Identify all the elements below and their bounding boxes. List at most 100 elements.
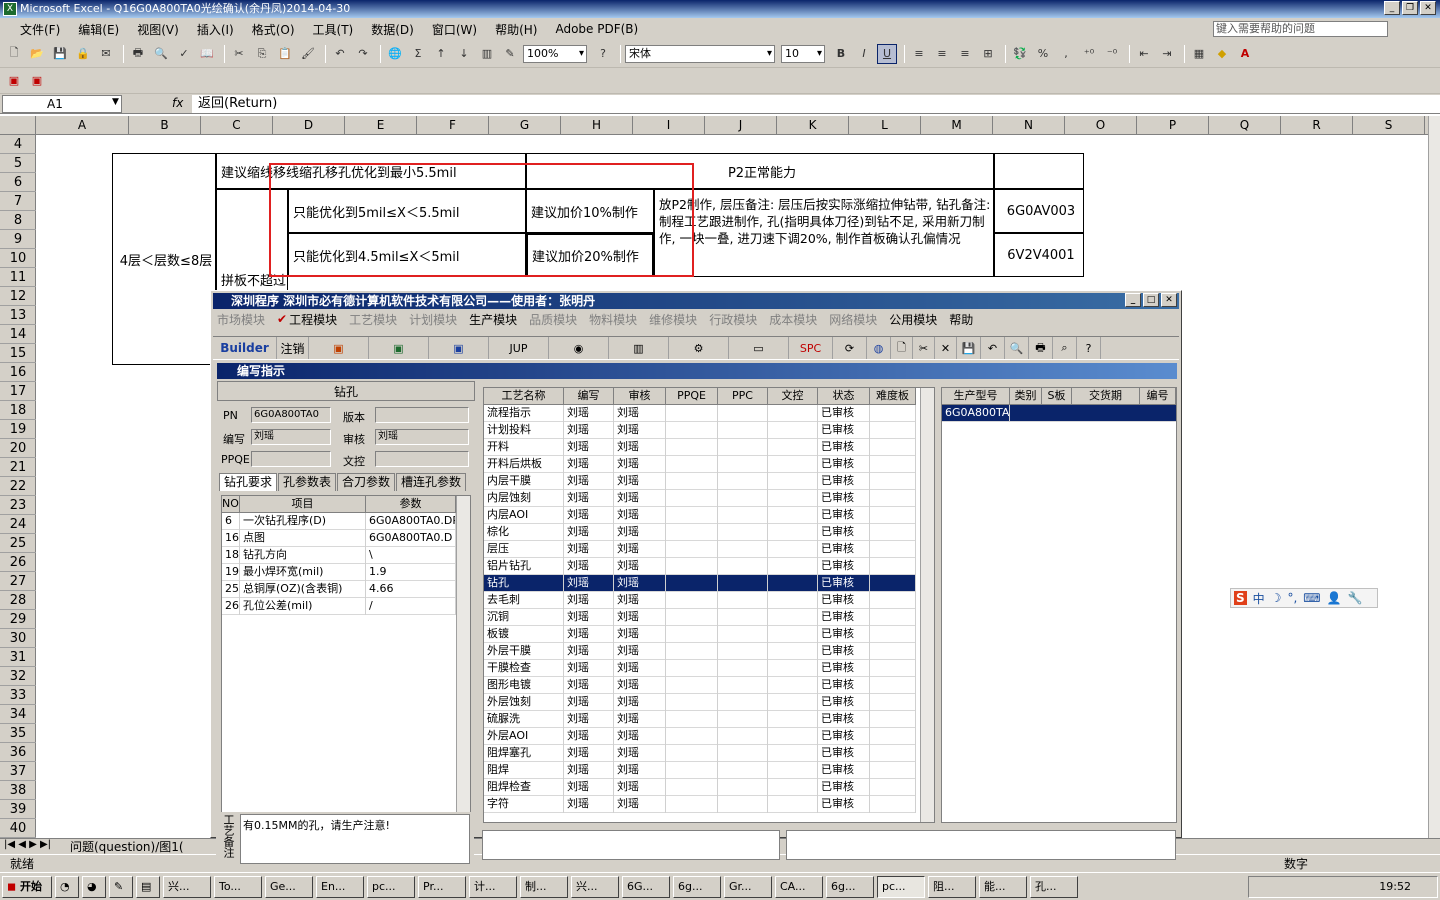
taskbar-item[interactable]: En... <box>316 875 364 898</box>
email-icon[interactable]: ✉ <box>96 44 116 64</box>
comma-button[interactable]: , <box>1056 44 1076 64</box>
excel-export-icon[interactable]: ▣ <box>369 337 429 359</box>
word-export-icon[interactable]: ▣ <box>429 337 489 359</box>
row-header[interactable]: 39 <box>0 800 36 819</box>
new-doc-icon[interactable]: 🗋 <box>891 337 913 359</box>
bottom-input-right[interactable] <box>786 830 1176 860</box>
keyboard-icon[interactable]: ⌨ <box>1303 591 1320 605</box>
menu-data[interactable]: 数据(D) <box>371 21 414 38</box>
punct-icon[interactable]: °, <box>1287 591 1297 605</box>
column-header[interactable]: M <box>921 116 993 135</box>
cut-icon[interactable]: ✂ <box>913 337 935 359</box>
help-search-input[interactable]: 键入需要帮助的问题 <box>1213 21 1388 37</box>
process-row[interactable]: 棕化 刘瑶 刘瑶 已审核 <box>484 524 916 541</box>
pn-field[interactable]: 6G0A800TA0 <box>251 407 331 423</box>
taskbar-item[interactable]: 孔... <box>1030 875 1078 898</box>
help-icon[interactable]: ? <box>593 44 613 64</box>
align-left-icon[interactable]: ≡ <box>909 44 929 64</box>
column-header[interactable]: A <box>36 116 129 135</box>
save-icon[interactable]: 💾 <box>957 337 981 359</box>
ime-mode[interactable]: 中 <box>1253 590 1265 607</box>
pdf-convert-icon[interactable]: ▣ <box>4 71 24 91</box>
copy-icon[interactable]: ⎘ <box>252 44 272 64</box>
process-row[interactable]: 阻焊 刘瑶 刘瑶 已审核 <box>484 762 916 779</box>
permission-icon[interactable]: 🔒 <box>73 44 93 64</box>
column-header[interactable]: Q <box>1209 116 1281 135</box>
paste-icon[interactable]: 📋 <box>275 44 295 64</box>
spc-button[interactable]: SPC <box>789 337 833 359</box>
fill-color-icon[interactable]: ◆ <box>1212 44 1232 64</box>
app-menu-maintenance[interactable]: 维修模块 <box>649 311 697 328</box>
increase-decimal-icon[interactable]: ⁺⁰ <box>1079 44 1099 64</box>
process-row[interactable]: 钻孔 刘瑶 刘瑶 已审核 <box>484 575 916 592</box>
app-menu-engineering[interactable]: 工程模块 <box>289 311 337 328</box>
param-scrollbar[interactable] <box>456 496 470 824</box>
row-header[interactable]: 23 <box>0 496 36 515</box>
row-header[interactable]: 28 <box>0 591 36 610</box>
zoom-select[interactable]: 100% <box>523 44 587 63</box>
name-box[interactable]: A1 <box>2 95 122 113</box>
process-row[interactable]: 内层干膜 刘瑶 刘瑶 已审核 <box>484 473 916 490</box>
column-header[interactable]: I <box>633 116 705 135</box>
doc-control-field[interactable] <box>375 451 469 467</box>
quicklaunch-icon[interactable]: ◕ <box>82 875 106 898</box>
row-header[interactable]: 18 <box>0 401 36 420</box>
process-row[interactable]: 板镀 刘瑶 刘瑶 已审核 <box>484 626 916 643</box>
app-menu-plan[interactable]: 计划模块 <box>409 311 457 328</box>
taskbar-item[interactable]: 6g... <box>826 875 874 898</box>
menu-view[interactable]: 视图(V) <box>137 21 179 38</box>
model-row[interactable]: 6G0A800TA0 <box>942 405 1176 422</box>
column-header[interactable]: L <box>849 116 921 135</box>
font-select[interactable]: 宋体 <box>625 44 775 63</box>
process-row[interactable]: 开料 刘瑶 刘瑶 已审核 <box>484 439 916 456</box>
app-menu-process[interactable]: 工艺模块 <box>349 311 397 328</box>
row-header[interactable]: 34 <box>0 705 36 724</box>
param-row[interactable]: 18 钻孔方向 \ <box>222 547 456 564</box>
taskbar-item-active[interactable]: pc... <box>877 875 925 898</box>
process-row[interactable]: 干膜检查 刘瑶 刘瑶 已审核 <box>484 660 916 677</box>
layer-range-cell[interactable]: 4层＜层数≤8层 <box>112 153 216 365</box>
spelling-icon[interactable]: ✓ <box>174 44 194 64</box>
process-row[interactable]: 外层AOI 刘瑶 刘瑶 已审核 <box>484 728 916 745</box>
column-header[interactable]: O <box>1065 116 1137 135</box>
row-header[interactable]: 15 <box>0 344 36 363</box>
database-icon[interactable]: ▥ <box>609 337 669 359</box>
refresh-icon[interactable]: ⟳ <box>833 337 867 359</box>
user-icon[interactable]: 👤 <box>1327 591 1342 605</box>
remark-text[interactable]: 有0.15MM的孔，请生产注意! <box>240 814 470 864</box>
process-row[interactable]: 去毛刺 刘瑶 刘瑶 已审核 <box>484 592 916 609</box>
pdf-email-icon[interactable]: ▣ <box>27 71 47 91</box>
menu-help[interactable]: 帮助(H) <box>495 21 537 38</box>
menu-edit[interactable]: 编辑(E) <box>78 21 119 38</box>
column-header[interactable]: R <box>1281 116 1353 135</box>
row-header[interactable]: 38 <box>0 781 36 800</box>
tab-hole-params[interactable]: 孔参数表 <box>278 473 337 491</box>
italic-button[interactable]: I <box>854 44 874 64</box>
research-icon[interactable]: 📖 <box>197 44 217 64</box>
tab-slot-hole-params[interactable]: 槽连孔参数 <box>396 473 467 491</box>
fx-icon[interactable]: fx <box>172 96 183 110</box>
column-header[interactable]: S <box>1353 116 1425 135</box>
app-menu-common[interactable]: 公用模块 <box>889 311 937 328</box>
open-icon[interactable]: 📂 <box>27 44 47 64</box>
process-row[interactable]: 字符 刘瑶 刘瑶 已审核 <box>484 796 916 813</box>
taskbar-item[interactable]: 6g... <box>673 875 721 898</box>
process-row[interactable]: 沉铜 刘瑶 刘瑶 已审核 <box>484 609 916 626</box>
column-header[interactable]: J <box>705 116 777 135</box>
param-row[interactable]: 16 点图 6G0A800TA0.D <box>222 530 456 547</box>
taskbar-item[interactable]: 计... <box>469 875 517 898</box>
row-header[interactable]: 11 <box>0 268 36 287</box>
row-header[interactable]: 24 <box>0 515 36 534</box>
process-row[interactable]: 流程指示 刘瑶 刘瑶 已审核 <box>484 405 916 422</box>
font-color-icon[interactable]: A <box>1235 44 1255 64</box>
column-header[interactable]: E <box>345 116 417 135</box>
process-row[interactable]: 内层AOI 刘瑶 刘瑶 已审核 <box>484 507 916 524</box>
param-row[interactable]: 26 孔位公差(mil) / <box>222 598 456 615</box>
autosum-icon[interactable]: Σ <box>408 44 428 64</box>
ppqe-field[interactable] <box>251 451 331 467</box>
process-row[interactable]: 图形电镀 刘瑶 刘瑶 已审核 <box>484 677 916 694</box>
drawing-icon[interactable]: ✎ <box>500 44 520 64</box>
save-icon[interactable]: 💾 <box>50 44 70 64</box>
undo-icon[interactable]: ↶ <box>330 44 350 64</box>
process-row[interactable]: 开料后烘板 刘瑶 刘瑶 已审核 <box>484 456 916 473</box>
